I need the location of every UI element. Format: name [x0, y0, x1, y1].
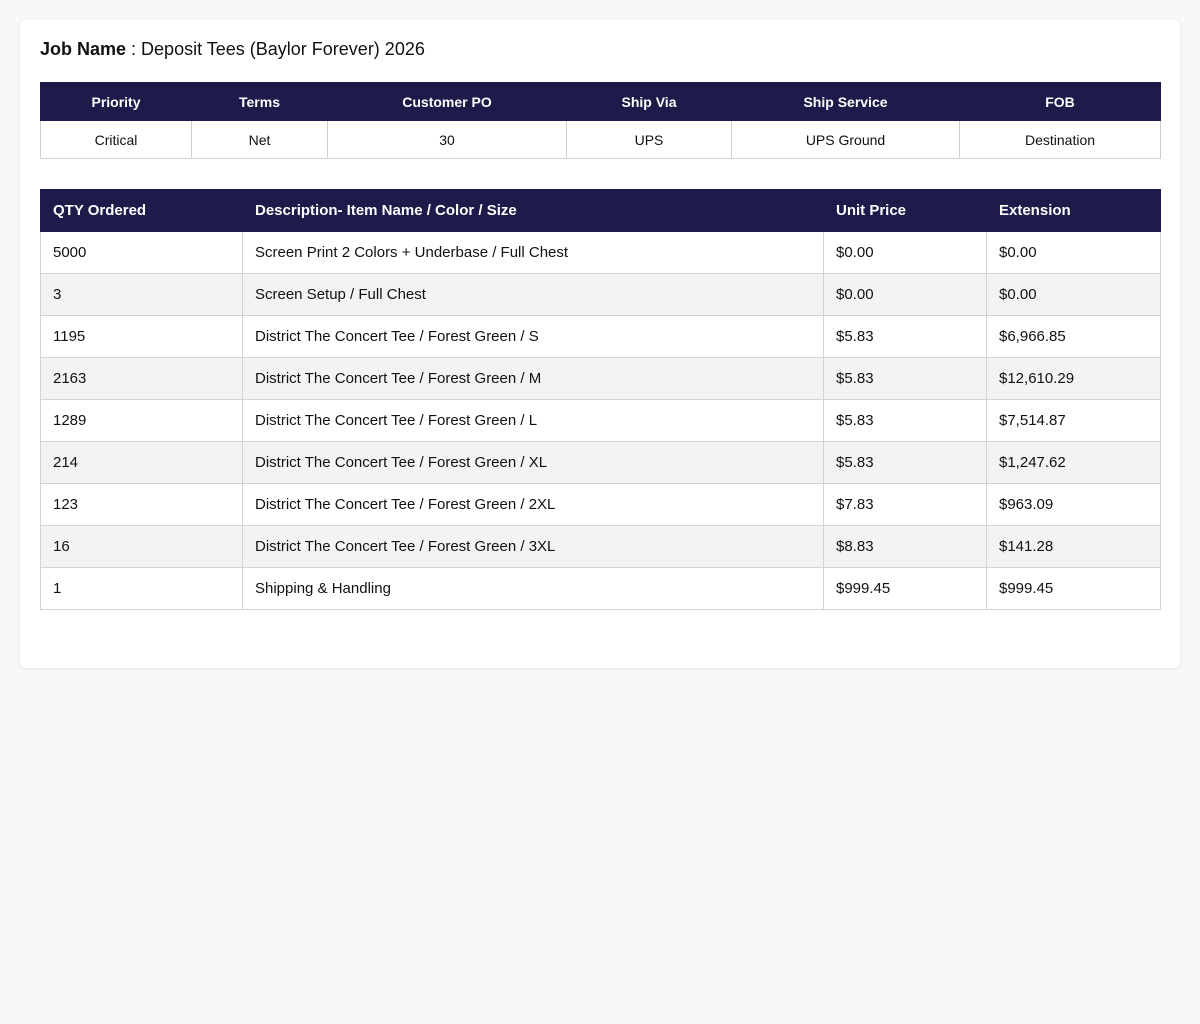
unit-price-cell: $5.83 [823, 441, 987, 484]
job-name-value: Deposit Tees (Baylor Forever) 2026 [141, 39, 425, 59]
header-unit-price: Unit Price [823, 189, 987, 232]
order-card: Job Name : Deposit Tees (Baylor Forever)… [20, 20, 1180, 668]
table-row: 3 Screen Setup / Full Chest $0.00 $0.00 [40, 273, 1161, 316]
qty-cell: 5000 [40, 231, 243, 274]
extension-cell: $141.28 [986, 525, 1161, 568]
table-row: 1 Shipping & Handling $999.45 $999.45 [40, 567, 1161, 610]
qty-cell: 3 [40, 273, 243, 316]
unit-price-cell: $5.83 [823, 399, 987, 442]
qty-cell: 2163 [40, 357, 243, 400]
job-name-label: Job Name [40, 39, 127, 59]
meta-value-ship-via: UPS [566, 120, 732, 159]
extension-cell: $12,610.29 [986, 357, 1161, 400]
table-row: 214 District The Concert Tee / Forest Gr… [40, 441, 1161, 484]
table-row: 16 District The Concert Tee / Forest Gre… [40, 525, 1161, 568]
extension-cell: $999.45 [986, 567, 1161, 610]
table-row: 1195 District The Concert Tee / Forest G… [40, 315, 1161, 358]
unit-price-cell: $8.83 [823, 525, 987, 568]
items-header-row: QTY Ordered Description- Item Name / Col… [40, 189, 1161, 232]
meta-header-customer-po: Customer PO [327, 82, 567, 121]
qty-cell: 123 [40, 483, 243, 526]
unit-price-cell: $5.83 [823, 315, 987, 358]
meta-header-terms: Terms [191, 82, 328, 121]
description-cell: District The Concert Tee / Forest Green … [242, 441, 824, 484]
meta-value-terms: Net [191, 120, 328, 159]
meta-header-ship-via: Ship Via [566, 82, 732, 121]
meta-value-customer-po: 30 [327, 120, 567, 159]
unit-price-cell: $0.00 [823, 231, 987, 274]
extension-cell: $1,247.62 [986, 441, 1161, 484]
description-cell: Screen Setup / Full Chest [242, 273, 824, 316]
meta-value-fob: Destination [959, 120, 1161, 159]
description-cell: District The Concert Tee / Forest Green … [242, 525, 824, 568]
description-cell: Shipping & Handling [242, 567, 824, 610]
table-row: 123 District The Concert Tee / Forest Gr… [40, 483, 1161, 526]
qty-cell: 16 [40, 525, 243, 568]
extension-cell: $963.09 [986, 483, 1161, 526]
qty-cell: 1289 [40, 399, 243, 442]
meta-header-fob: FOB [959, 82, 1161, 121]
job-name-separator: : [126, 39, 142, 59]
job-name-line: Job Name : Deposit Tees (Baylor Forever)… [40, 38, 1160, 60]
qty-cell: 1195 [40, 315, 243, 358]
description-cell: District The Concert Tee / Forest Green … [242, 483, 824, 526]
header-description: Description- Item Name / Color / Size [242, 189, 824, 232]
extension-cell: $0.00 [986, 273, 1161, 316]
extension-cell: $6,966.85 [986, 315, 1161, 358]
extension-cell: $7,514.87 [986, 399, 1161, 442]
header-qty-ordered: QTY Ordered [40, 189, 243, 232]
unit-price-cell: $5.83 [823, 357, 987, 400]
extension-cell: $0.00 [986, 231, 1161, 274]
description-cell: Screen Print 2 Colors + Underbase / Full… [242, 231, 824, 274]
meta-value-priority: Critical [40, 120, 192, 159]
meta-header-row: Priority Terms Customer PO Ship Via Ship… [40, 82, 1161, 121]
header-extension: Extension [986, 189, 1161, 232]
table-row: 1289 District The Concert Tee / Forest G… [40, 399, 1161, 442]
table-row: 2163 District The Concert Tee / Forest G… [40, 357, 1161, 400]
description-cell: District The Concert Tee / Forest Green … [242, 315, 824, 358]
qty-cell: 1 [40, 567, 243, 610]
meta-value-ship-service: UPS Ground [731, 120, 960, 159]
description-cell: District The Concert Tee / Forest Green … [242, 399, 824, 442]
meta-header-priority: Priority [40, 82, 192, 121]
unit-price-cell: $0.00 [823, 273, 987, 316]
meta-value-row: Critical Net 30 UPS UPS Ground Destinati… [40, 120, 1161, 159]
order-meta-table: Priority Terms Customer PO Ship Via Ship… [40, 82, 1161, 159]
line-items-table: QTY Ordered Description- Item Name / Col… [40, 189, 1161, 610]
table-row: 5000 Screen Print 2 Colors + Underbase /… [40, 231, 1161, 274]
unit-price-cell: $7.83 [823, 483, 987, 526]
meta-header-ship-service: Ship Service [731, 82, 960, 121]
description-cell: District The Concert Tee / Forest Green … [242, 357, 824, 400]
unit-price-cell: $999.45 [823, 567, 987, 610]
qty-cell: 214 [40, 441, 243, 484]
